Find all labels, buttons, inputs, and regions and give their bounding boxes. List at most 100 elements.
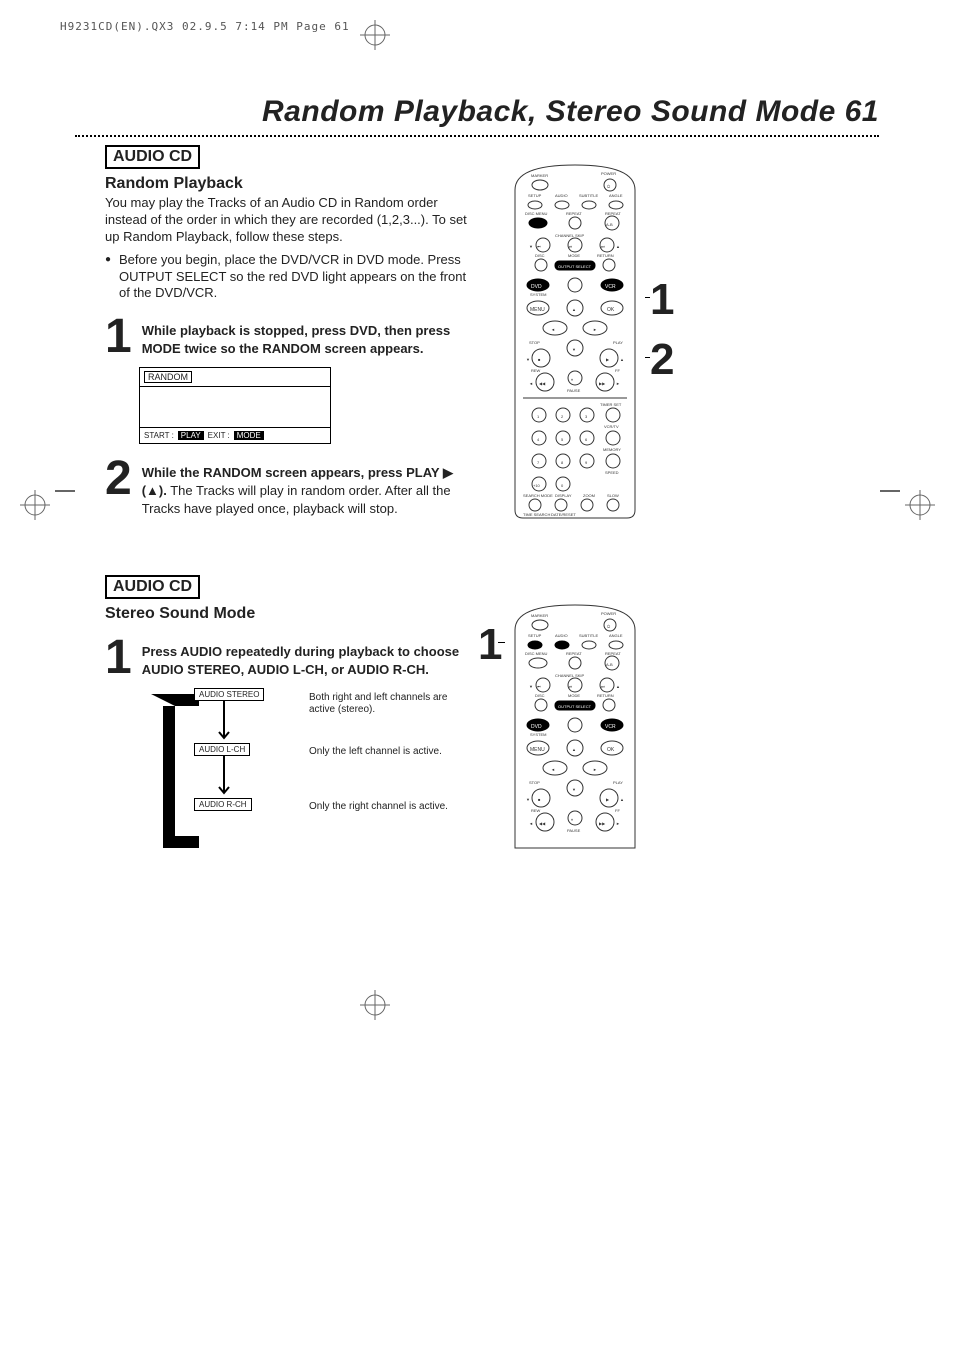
print-header: H9231CD(EN).QX3 02.9.5 7:14 PM Page 61 — [60, 20, 350, 33]
svg-text:►: ► — [616, 381, 620, 386]
audio-mode-stereo: AUDIO STEREO — [194, 688, 264, 701]
svg-text:TIMER SET: TIMER SET — [600, 402, 622, 407]
svg-text:CHANNEL SKIP: CHANNEL SKIP — [555, 673, 585, 678]
step-1: 1 While playback is stopped, press DVD, … — [105, 318, 475, 357]
registration-mark-icon — [360, 20, 390, 50]
svg-text:▼: ▼ — [529, 244, 533, 249]
svg-text:▼: ▼ — [572, 787, 576, 792]
svg-text:⏭: ⏭ — [601, 684, 605, 689]
step-1: 1 Press AUDIO repeatedly during playback… — [105, 639, 475, 678]
svg-text:SYSTEM: SYSTEM — [530, 292, 546, 297]
registration-mark-icon — [905, 490, 935, 520]
svg-text:PLAY: PLAY — [613, 340, 623, 345]
crop-rule — [55, 490, 75, 492]
svg-text:►: ► — [593, 327, 597, 332]
onscreen-random-box: RANDOM START : PLAY EXIT : MODE — [139, 367, 331, 444]
svg-text:ZOOM: ZOOM — [583, 493, 595, 498]
svg-text:OK: OK — [607, 307, 615, 313]
svg-text:ANGLE: ANGLE — [609, 633, 623, 638]
svg-text:◀◀: ◀◀ — [539, 821, 546, 826]
crop-rule — [880, 490, 900, 492]
svg-text:⏯: ⏯ — [569, 244, 572, 249]
svg-text:DVD: DVD — [531, 284, 542, 290]
svg-text:DISC MENU: DISC MENU — [525, 211, 548, 216]
audio-desc: Only the right channel is active. — [309, 801, 459, 813]
svg-text:AUDIO: AUDIO — [555, 193, 568, 198]
svg-text:►: ► — [593, 767, 597, 772]
svg-text:+10: +10 — [533, 483, 541, 488]
svg-text:VCR: VCR — [605, 284, 616, 290]
audio-desc: Only the left channel is active. — [309, 746, 459, 758]
svg-text:POWER: POWER — [601, 611, 616, 616]
svg-text:◄: ◄ — [551, 767, 555, 772]
osd-exit-label: EXIT : — [208, 431, 230, 440]
step-rest: The Tracks will play in random order. Af… — [142, 483, 451, 516]
svg-text:REPEAT: REPEAT — [566, 211, 582, 216]
svg-text:RETURN: RETURN — [597, 253, 614, 258]
prep-item: Before you begin, place the DVD/VCR in D… — [105, 252, 475, 303]
svg-text:PLAY: PLAY — [613, 780, 623, 785]
svg-text:FF: FF — [615, 808, 620, 813]
svg-text:A-B: A-B — [606, 662, 613, 667]
prep-list: Before you begin, place the DVD/VCR in D… — [105, 252, 475, 303]
remote-illustration-partial: MARKER POWER ⏻ SETUP AUDIO SUBTITLE ANGL… — [505, 600, 645, 850]
svg-text:FF: FF — [615, 368, 620, 373]
svg-text:MODE: MODE — [568, 253, 580, 258]
svg-text:MODE: MODE — [568, 693, 580, 698]
section-label: AUDIO CD — [105, 575, 200, 599]
osd-title: RANDOM — [144, 371, 192, 383]
svg-text:◄: ◄ — [529, 821, 533, 826]
step-text: Press AUDIO repeatedly during playback t… — [142, 644, 459, 677]
audio-mode-lch: AUDIO L-CH — [194, 743, 250, 756]
step-number: 2 — [105, 460, 132, 498]
step-bold: (▲). — [142, 483, 167, 498]
sub-heading: Random Playback — [105, 175, 475, 193]
callout-number-1: 1 — [650, 275, 674, 325]
svg-text:SETUP: SETUP — [528, 633, 542, 638]
svg-text:SPEED: SPEED — [605, 470, 619, 475]
svg-text:REPEAT: REPEAT — [605, 651, 621, 656]
step-number: 1 — [105, 639, 132, 677]
section-random-playback: AUDIO CD Random Playback You may play th… — [105, 145, 475, 517]
title-block: Random Playback, Stereo Sound Mode 61 — [75, 95, 879, 137]
section-stereo-sound: AUDIO CD Stereo Sound Mode 1 Press AUDIO… — [105, 575, 475, 858]
step-bold: While the RANDOM screen appears, press P… — [142, 465, 443, 480]
svg-text:STOP: STOP — [529, 340, 540, 345]
svg-text:◄: ◄ — [529, 381, 533, 386]
svg-text:SUBTITLE: SUBTITLE — [579, 193, 598, 198]
svg-text:PAUSE: PAUSE — [567, 388, 581, 393]
play-icon: ▶ — [443, 465, 453, 480]
svg-text:A-B: A-B — [606, 222, 613, 227]
svg-text:ANGLE: ANGLE — [609, 193, 623, 198]
audio-desc: Both right and left channels are active … — [309, 692, 459, 716]
svg-text:►: ► — [616, 821, 620, 826]
svg-text:DISC MENU: DISC MENU — [525, 651, 548, 656]
svg-text:TIME SEARCH: TIME SEARCH — [523, 512, 550, 517]
svg-text:▲: ▲ — [620, 357, 624, 362]
svg-text:SEARCH MODE: SEARCH MODE — [523, 493, 553, 498]
audio-mode-diagram: AUDIO STEREO AUDIO L-CH AUDIO R-CH Both … — [139, 688, 499, 858]
sub-heading: Stereo Sound Mode — [105, 605, 475, 623]
svg-text:PAUSE: PAUSE — [567, 828, 581, 833]
svg-text:▼: ▼ — [526, 797, 530, 802]
svg-text:⏮: ⏮ — [537, 244, 541, 249]
svg-text:AUDIO: AUDIO — [555, 633, 568, 638]
svg-text:DISPLAY: DISPLAY — [555, 493, 572, 498]
registration-mark-icon — [360, 990, 390, 1020]
svg-text:▲: ▲ — [616, 684, 620, 689]
svg-text:MARKER: MARKER — [531, 613, 548, 618]
svg-text:▲: ▲ — [572, 747, 576, 752]
svg-text:⏮: ⏮ — [537, 684, 541, 689]
svg-text:SETUP: SETUP — [528, 193, 542, 198]
svg-text:▼: ▼ — [526, 357, 530, 362]
page-title: Random Playback, Stereo Sound Mode 61 — [75, 95, 879, 129]
svg-text:◀◀: ◀◀ — [539, 381, 546, 386]
callout-number-2: 2 — [650, 335, 674, 385]
svg-text:▼: ▼ — [572, 347, 576, 352]
svg-text:⏯: ⏯ — [569, 684, 572, 689]
svg-text:▲: ▲ — [616, 244, 620, 249]
svg-text:SYSTEM: SYSTEM — [530, 732, 546, 737]
svg-text:DVD: DVD — [531, 724, 542, 730]
svg-text:DISC: DISC — [535, 693, 545, 698]
svg-text:▲: ▲ — [572, 307, 576, 312]
